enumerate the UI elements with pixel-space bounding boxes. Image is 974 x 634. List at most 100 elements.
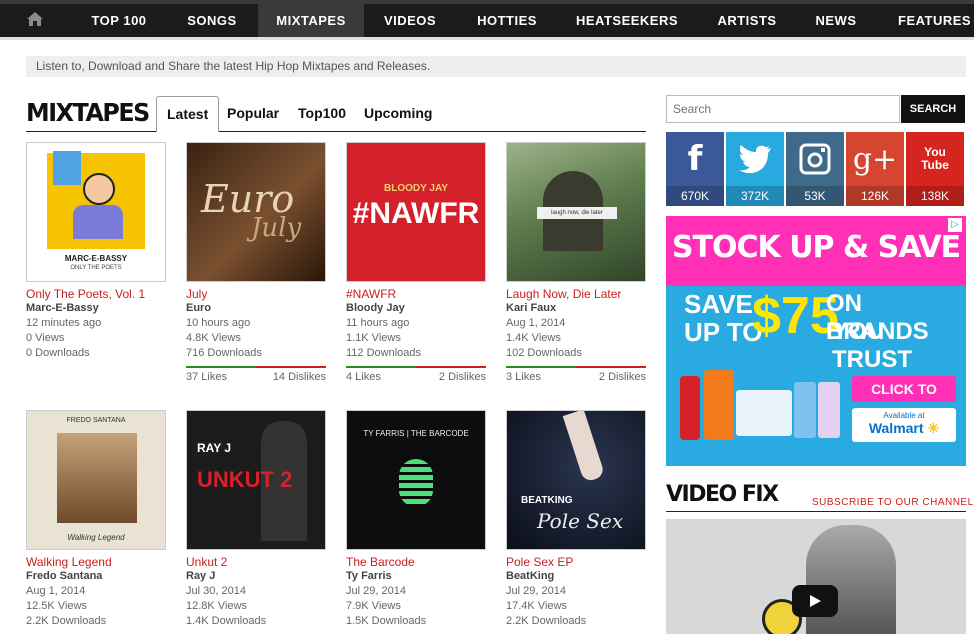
home-icon[interactable] [26, 11, 44, 27]
ad-cta-button[interactable]: CLICK TO SAVE [852, 376, 956, 423]
mixtape-artist[interactable]: Marc-E-Bassy [26, 302, 166, 317]
nav-item-videos[interactable]: VIDEOS [370, 4, 450, 37]
mixtape-views: 17.4K Views [506, 600, 567, 612]
cover-subtext: ONLY THE POETS [70, 265, 122, 271]
social-instagram[interactable]: 53K [786, 132, 844, 206]
mixtape-title[interactable]: #NAWFR [346, 287, 486, 302]
cover-art-window [53, 151, 81, 185]
mixtape-downloads: 1.5K Downloads [346, 615, 427, 627]
twitter-icon [726, 132, 784, 186]
social-googleplus[interactable]: g+ 126K [846, 132, 904, 206]
likes-count[interactable]: 37 Likes [186, 371, 227, 383]
mixtape-title[interactable]: Only The Poets, Vol. 1 [26, 287, 166, 302]
mixtape-cover[interactable]: RAY J UNKUT 2 [186, 410, 326, 550]
mixtape-title[interactable]: The Barcode [346, 555, 486, 570]
mixtape-cover[interactable]: Euro July [186, 142, 326, 282]
mixtape-title[interactable]: July [186, 287, 326, 302]
advertisement[interactable]: ▷ STOCK UP & SAVE SAVE UP TO $75 ON BRAN… [666, 216, 966, 466]
cover-subtext: Walking Legend [67, 533, 125, 542]
youtube-icon: You Tube [906, 132, 964, 186]
cover-subtext: BLOODY JAY [384, 183, 448, 194]
mixtape-time: 11 hours ago [346, 317, 410, 329]
cover-subtext: July [251, 213, 302, 243]
ad-product [704, 370, 734, 440]
mixtape-artist[interactable]: Euro [186, 302, 326, 317]
mixtape-views: 7.9K Views [346, 600, 401, 612]
mixtape-cover[interactable]: MARC-E-BASSY ONLY THE POETS [26, 142, 166, 282]
mixtape-title[interactable]: Pole Sex EP [506, 555, 646, 570]
play-button[interactable] [792, 585, 838, 617]
mixtape-card: TY FARRIS | THE BARCODE The Barcode Ty F… [346, 410, 486, 630]
mixtape-views: 1.4K Views [506, 332, 561, 344]
mixtape-title[interactable]: Walking Legend [26, 555, 166, 570]
ad-product [736, 390, 792, 436]
likes-count[interactable]: 4 Likes [346, 371, 381, 383]
dislikes-count[interactable]: 14 Dislikes [273, 371, 326, 383]
likes-count[interactable]: 3 Likes [506, 371, 541, 383]
cover-text: laugh now, die later [537, 207, 617, 219]
mixtape-time: Jul 30, 2014 [186, 585, 246, 597]
mixtape-cover[interactable]: BEATKING Pole Sex [506, 410, 646, 550]
ad-headline: STOCK UP & SAVE [671, 230, 961, 265]
social-count: 53K [786, 186, 844, 206]
mixtape-artist[interactable]: Ty Farris [346, 570, 486, 585]
mixtape-time: Jul 29, 2014 [506, 585, 566, 597]
mixtape-title[interactable]: Unkut 2 [186, 555, 326, 570]
mixtape-card: RAY J UNKUT 2 Unkut 2 Ray J Jul 30, 2014… [186, 410, 326, 630]
mixtape-time: Jul 29, 2014 [346, 585, 406, 597]
nav-item-news[interactable]: NEWS [802, 4, 870, 37]
search-input[interactable] [666, 95, 900, 123]
nav-item-features[interactable]: FEATURES [884, 4, 974, 37]
mixtape-cover[interactable]: FREDO SANTANA Walking Legend [26, 410, 166, 550]
search-button[interactable]: SEARCH [901, 95, 965, 123]
ad-product [794, 382, 816, 438]
dislikes-count[interactable]: 2 Dislikes [439, 371, 486, 383]
walmart-spark-icon: ✳ [927, 420, 940, 436]
subscribe-link[interactable]: SUBSCRIBE TO OUR CHANNEL [812, 497, 974, 508]
mixtape-artist[interactable]: BeatKing [506, 570, 646, 585]
tab-top100[interactable]: Top100 [298, 96, 346, 132]
cover-subtext: Pole Sex [537, 509, 624, 533]
mixtape-downloads: 0 Downloads [26, 347, 90, 359]
mixtape-time: 12 minutes ago [26, 317, 102, 329]
nav-item-mixtapes[interactable]: MIXTAPES [258, 4, 364, 37]
mixtape-cover[interactable]: TY FARRIS | THE BARCODE [346, 410, 486, 550]
ad-product [680, 376, 700, 440]
tab-popular[interactable]: Popular [227, 96, 279, 132]
tab-upcoming[interactable]: Upcoming [364, 96, 432, 132]
mixtape-downloads: 716 Downloads [186, 347, 262, 359]
mixtape-artist[interactable]: Bloody Jay [346, 302, 486, 317]
social-twitter[interactable]: 372K [726, 132, 784, 206]
mixtape-title[interactable]: Laugh Now, Die Later [506, 287, 646, 302]
cover-art [57, 433, 137, 523]
social-count: 126K [846, 186, 904, 206]
nav-item-hotties[interactable]: HOTTIES [462, 4, 552, 37]
cover-text: TY FARRIS | THE BARCODE [363, 429, 469, 438]
cover-art-face [83, 173, 115, 205]
video-thumbnail [806, 525, 896, 634]
cover-art [399, 459, 433, 507]
social-count: 138K [906, 186, 964, 206]
ad-available: Available at [883, 411, 925, 420]
nav-item-songs[interactable]: SONGS [172, 4, 252, 37]
mixtape-artist[interactable]: Kari Faux [506, 302, 646, 317]
nav-item-top100[interactable]: TOP 100 [78, 4, 160, 37]
ad-upto: UP TO [684, 317, 763, 347]
nav-item-artists[interactable]: ARTISTS [706, 4, 788, 37]
social-youtube[interactable]: You Tube 138K [906, 132, 964, 206]
mixtape-cover[interactable]: laugh now, die later [506, 142, 646, 282]
mixtape-artist[interactable]: Ray J [186, 570, 326, 585]
video-player[interactable] [666, 519, 966, 634]
mixtape-cover[interactable]: BLOODY JAY #NAWFR [346, 142, 486, 282]
nav-item-heatseekers[interactable]: HEATSEEKERS [566, 4, 688, 37]
ad-save: SAVE [684, 289, 753, 319]
dislikes-count[interactable]: 2 Dislikes [599, 371, 646, 383]
social-count: 372K [726, 186, 784, 206]
mixtape-downloads: 2.2K Downloads [506, 615, 587, 627]
social-facebook[interactable]: f 670K [666, 132, 724, 206]
mixtape-views: 0 Views [26, 332, 65, 344]
mixtape-downloads: 102 Downloads [506, 347, 582, 359]
mixtape-artist[interactable]: Fredo Santana [26, 570, 166, 585]
tab-latest[interactable]: Latest [156, 96, 220, 132]
ad-product [818, 382, 840, 438]
